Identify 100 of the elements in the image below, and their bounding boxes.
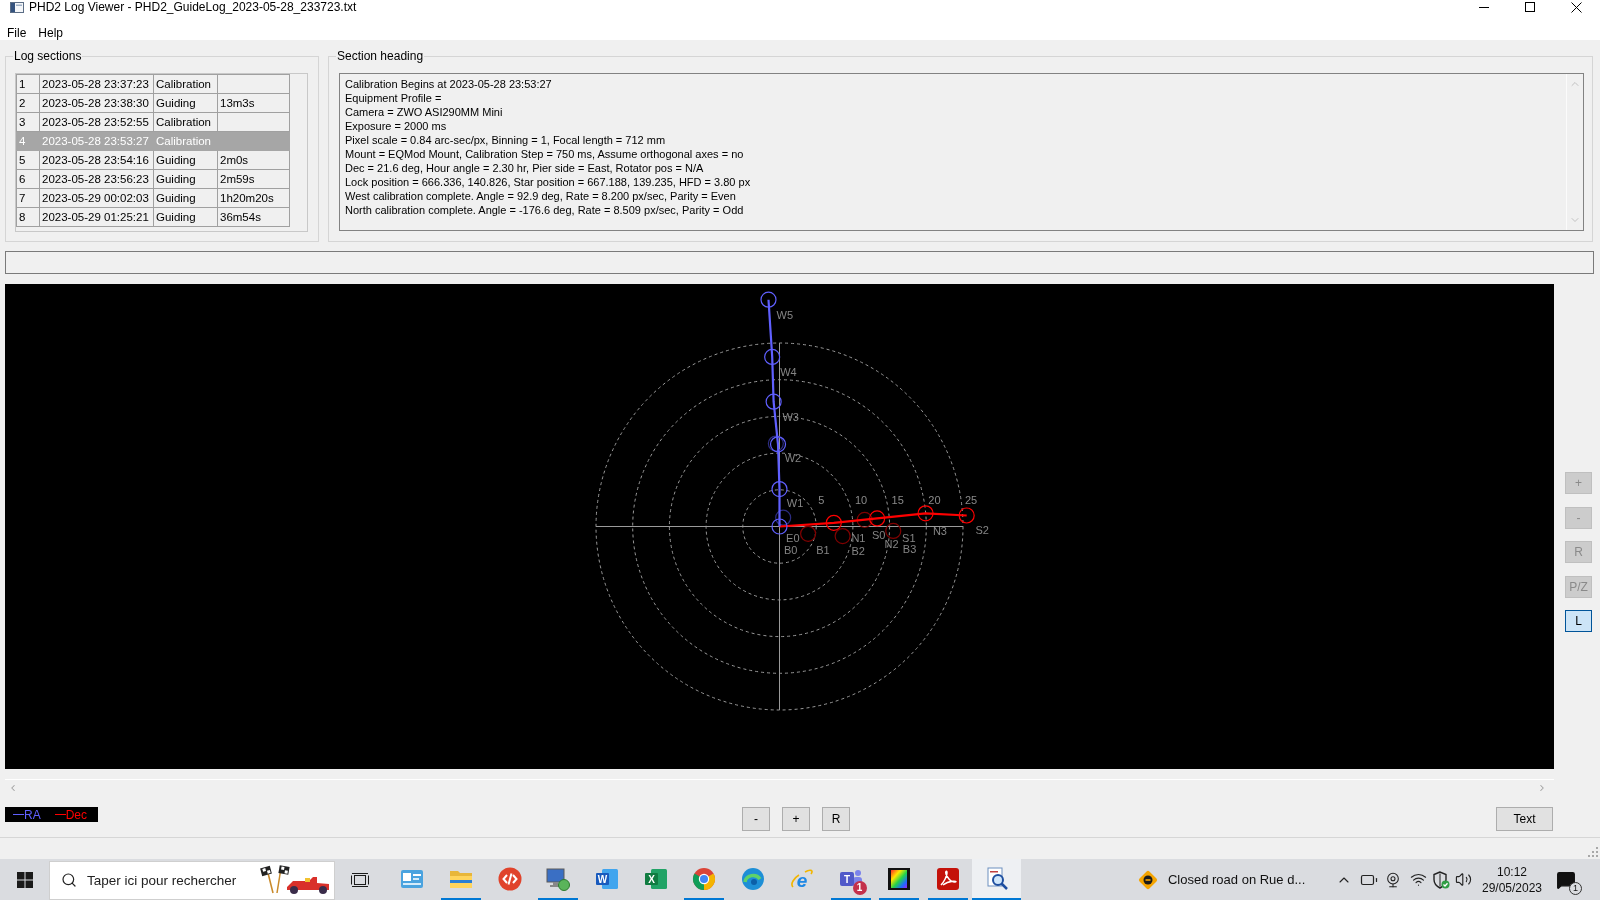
table-cell: 7 — [16, 188, 40, 208]
table-row[interactable]: 5 2023-05-28 23:54:16 Guiding 2m0s — [16, 150, 290, 170]
text-line: North calibration complete. Angle = -176.6 deg, Rate = 8.509 px/sec, Parity = Odd — [345, 203, 744, 217]
table-cell: Guiding — [153, 188, 218, 208]
stacked-frames-icon[interactable] — [350, 870, 369, 889]
taskbar-button[interactable]: X — [631, 859, 681, 900]
table-cell: Guiding — [153, 169, 218, 189]
point-label: B1 — [816, 544, 830, 556]
taskbar-button[interactable]: W — [582, 859, 632, 900]
count-badge: 1 — [1569, 881, 1582, 895]
table-cell: 2023-05-28 23:38:30 — [39, 93, 154, 113]
point-label: S2 — [975, 524, 989, 537]
text-line: Camera = ZWO ASI290MM Mini — [345, 105, 503, 119]
point-label: B2 — [851, 544, 865, 557]
group-label: Section heading — [336, 48, 425, 64]
table-cell: 2m59s — [217, 169, 290, 189]
point-label: N1 — [851, 532, 866, 545]
table-cell: 5 — [16, 150, 40, 170]
shield-check-icon[interactable] — [1432, 870, 1450, 889]
text-line: Calibration Begins at 2023-05-28 23:53:27 — [345, 77, 552, 91]
point-label: B3 — [902, 543, 917, 556]
table-row[interactable]: 7 2023-05-29 00:02:03 Guiding 1h20m20s — [16, 188, 290, 208]
table-cell: 2023-05-29 01:25:21 — [39, 207, 154, 227]
notification-text[interactable]: Closed road on Rue d... — [1167, 869, 1306, 890]
speaker-icon[interactable] — [1454, 871, 1472, 888]
resize-grip-icon[interactable] — [1588, 847, 1598, 857]
table-row[interactable]: 8 2023-05-29 01:25:21 Guiding 36m54s — [16, 207, 290, 227]
document-magnifier-icon — [984, 866, 1009, 891]
text-line: Equipment Profile = — [345, 91, 442, 105]
legend-label: RA — [24, 807, 41, 822]
table-cell: 2023-05-28 23:56:23 — [39, 169, 154, 189]
view-button[interactable]: - — [742, 807, 770, 831]
ring-label: 15 — [891, 493, 904, 506]
text-line: Pixel scale = 0.84 arc-sec/px, Binning = 1, Focal length = 712 mm — [345, 133, 666, 147]
race-car-icon — [259, 865, 331, 895]
text-button[interactable]: Text — [1496, 807, 1553, 831]
legend-label: Dec — [65, 807, 87, 822]
ring-label: 5 — [818, 493, 825, 506]
text-line: Dec = 21.6 deg, Hour angle = 2.30 hr, Pier side = East, Rotator pos = N/A — [345, 161, 704, 175]
table-cell: 3 — [16, 112, 40, 132]
point-label: N3 — [932, 524, 947, 537]
table-cell: 2023-05-29 00:02:03 — [39, 188, 154, 208]
table-cell: 6 — [16, 169, 40, 189]
table-cell: Guiding — [153, 150, 218, 170]
point-label: N2 — [884, 538, 899, 551]
point-label: W2 — [784, 452, 802, 465]
segmented-disc-icon — [692, 866, 717, 891]
monitor-icon — [546, 866, 571, 891]
wifi-icon[interactable] — [1409, 871, 1427, 888]
ring-label: 25 — [965, 493, 978, 506]
table-cell: Calibration — [153, 112, 218, 132]
table-row[interactable]: 3 2023-05-28 23:52:55 Calibration — [16, 112, 290, 132]
table-row[interactable]: 2 2023-05-28 23:38:30 Guiding 13m3s — [16, 93, 290, 113]
table-cell: 2m0s — [217, 150, 290, 170]
tool-button[interactable]: L — [1565, 610, 1592, 632]
text-line: Mount = EQMod Mount, Calibration Step = 750 ms, Assume orthogonal axes = no — [345, 147, 744, 161]
point-label: W5 — [776, 309, 794, 322]
table-row[interactable]: 6 2023-05-28 23:56:23 Guiding 2m59s — [16, 169, 290, 189]
table-cell: Calibration — [153, 131, 218, 151]
table-row[interactable]: 1 2023-05-28 23:37:23 Calibration — [16, 74, 290, 94]
minimize-icon[interactable] — [1479, 6, 1489, 8]
text-area[interactable] — [339, 73, 1584, 231]
table-cell: 13m3s — [217, 93, 290, 113]
point-label: W4 — [780, 366, 797, 379]
menu-item[interactable]: Help — [38, 26, 64, 40]
maximize-icon[interactable] — [1525, 2, 1535, 12]
taskbar-button[interactable] — [972, 859, 1021, 900]
view-button[interactable]: R — [822, 807, 850, 831]
webcam-icon[interactable] — [1385, 871, 1401, 888]
table-cell: 8 — [16, 207, 40, 227]
view-button[interactable]: + — [782, 807, 810, 831]
table-cell: 2023-05-28 23:53:27 — [39, 131, 154, 151]
arc-disc-icon — [741, 866, 766, 891]
table-cell: Calibration — [153, 74, 218, 94]
table-cell: 1 — [16, 74, 40, 94]
table-cell: 1h20m20s — [217, 188, 290, 208]
close-icon[interactable] — [1571, 1, 1582, 13]
table-cell: 2023-05-28 23:52:55 — [39, 112, 154, 132]
ring-label: 10 — [854, 493, 868, 506]
code-disc-icon — [497, 866, 522, 891]
point-label: S1 — [902, 531, 916, 544]
table-cell: 2023-05-28 23:37:23 — [39, 74, 154, 94]
text-line: West calibration complete. Angle = 92.9 deg, Rate = 8.200 px/sec, Parity = Even — [345, 189, 736, 203]
menu-item[interactable]: File — [7, 26, 27, 40]
taskbar-button[interactable]: T 1 — [826, 859, 875, 900]
swoosh-tile-icon — [935, 866, 960, 891]
speech-bubble-icon[interactable] — [1556, 869, 1576, 890]
table-cell: Guiding — [153, 93, 218, 113]
table-cell: Guiding — [153, 207, 218, 227]
clock-time[interactable]: 10:12 — [1497, 863, 1527, 880]
search-field[interactable]: Taper ici pour rechercher — [49, 861, 335, 900]
point-label: S0 — [872, 529, 886, 542]
text-field[interactable] — [5, 251, 1594, 274]
point-label: E0 — [786, 531, 800, 544]
clock-date[interactable]: 29/05/2023 — [1481, 879, 1543, 896]
four-panes-icon[interactable] — [16, 871, 33, 888]
table-cell: 2 — [16, 93, 40, 113]
table-cell: 36m54s — [217, 207, 290, 227]
gradient-square-icon — [887, 866, 912, 891]
search-icon — [61, 872, 77, 888]
